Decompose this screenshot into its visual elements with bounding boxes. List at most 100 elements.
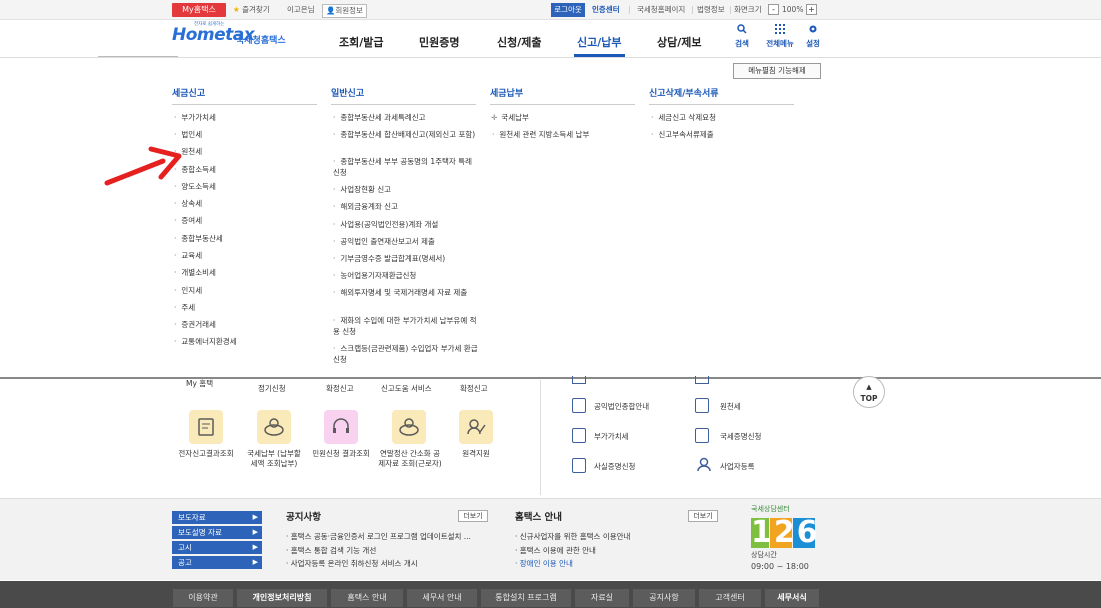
arrow-right-icon: ▶ xyxy=(252,543,258,551)
link-fact-certificate[interactable]: 사실증명신청 xyxy=(594,461,635,472)
guide-title: 홈택스 안내 xyxy=(515,512,563,523)
service-label-cut[interactable]: 정기신청 xyxy=(258,384,286,393)
link-business-registration[interactable]: 사업자등록 xyxy=(720,461,755,472)
notice-item[interactable]: · 홈택스 통합 검색 기능 개선 xyxy=(286,544,376,557)
tax-payment-icon[interactable] xyxy=(257,410,291,444)
logout-button[interactable]: 로그아웃 xyxy=(551,3,585,17)
footer-customer-center[interactable]: 고객센터 xyxy=(699,589,761,607)
footer-tax-office[interactable]: 세무서 안내 xyxy=(407,589,477,607)
menu-item[interactable]: · 종합부동산세 부부 공동명의 1주택자 특례 신청 xyxy=(333,156,481,178)
menu-item-gift-tax[interactable]: · 증여세 xyxy=(174,215,202,226)
menu-item[interactable]: · 농어업용기자재환급신청 xyxy=(333,270,416,281)
zoom-out-button[interactable]: - xyxy=(768,4,779,15)
menu-column-title[interactable]: 신고삭제/부속서류 xyxy=(649,86,719,99)
report-result-icon[interactable] xyxy=(189,410,223,444)
nav-filing-payment[interactable]: 신고/납부 xyxy=(577,34,622,50)
menu-item-corporate-tax[interactable]: · 법인세 xyxy=(174,129,202,140)
footer-hometax-guide[interactable]: 홈택스 안내 xyxy=(331,589,403,607)
menu-item-securities-tax[interactable]: · 증권거래세 xyxy=(174,319,216,330)
all-menu-button[interactable]: 전체메뉴 xyxy=(763,24,797,49)
menu-item-local-income-tax[interactable]: · 원천세 관련 지방소득세 납부 xyxy=(492,129,589,140)
press-release-button[interactable]: 보도자료 ▶ xyxy=(172,511,262,524)
menu-item-delete-request[interactable]: · 세금신고 삭제요청 xyxy=(651,112,716,123)
my-hometax-button[interactable]: My홈택스 xyxy=(172,3,226,17)
footer-notices[interactable]: 공지사항 xyxy=(633,589,695,607)
column-divider xyxy=(649,104,794,105)
service-label[interactable]: 국세납부 (납부할 세액 조회납부) xyxy=(244,449,304,469)
service-label[interactable]: 전자신고결과조회 xyxy=(174,449,238,459)
nav-consultation[interactable]: 상담/제보 xyxy=(657,34,702,50)
settings-button[interactable]: 설정 xyxy=(798,24,828,49)
guide-more-button[interactable]: 더보기 xyxy=(688,510,718,522)
footer-install-program[interactable]: 통합설치 프로그램 xyxy=(481,589,571,607)
menu-item[interactable]: · 해외금융계좌 신고 xyxy=(333,201,398,212)
link-withholding-tax[interactable]: 원천세 xyxy=(720,401,741,412)
footer-terms[interactable]: 이용약관 xyxy=(173,589,233,607)
menu-column-title[interactable]: 세금신고 xyxy=(172,86,205,99)
year-end-icon[interactable] xyxy=(392,410,426,444)
link-tax-certificate[interactable]: 국세증명신청 xyxy=(720,431,761,442)
menu-column-title[interactable]: 세금납부 xyxy=(490,86,523,99)
menu-item[interactable]: · 사업장현황 신고 xyxy=(333,184,391,195)
cert-center-link[interactable]: 인증센터 xyxy=(592,4,620,16)
menu-item-liquor-tax[interactable]: · 주세 xyxy=(174,302,195,313)
menu-item[interactable]: · 기부금영수증 발급합계표(명세서) xyxy=(333,253,445,264)
service-label-cut[interactable]: 확정신고 xyxy=(460,384,488,393)
service-label[interactable]: 연말정산 간소화 공제자료 조회(근로자) xyxy=(378,449,442,469)
service-label-cut[interactable]: My 홈택 xyxy=(186,379,213,388)
menu-item[interactable]: · 종합부동산세 합산배제신고(제외신고 포함) xyxy=(333,129,481,140)
nav-inquiry[interactable]: 조회/발급 xyxy=(339,34,384,50)
law-info-link[interactable]: 법령정보 xyxy=(697,4,725,16)
disable-menu-expand-button[interactable]: 메뉴펼침 기능해제 xyxy=(733,63,821,79)
menu-item-national-tax-payment[interactable]: ✛ 국세납부 xyxy=(491,112,529,123)
menu-item-stamp-tax[interactable]: · 인지세 xyxy=(174,285,202,296)
service-label-cut[interactable]: 확정신고 xyxy=(326,384,354,393)
headset-icon[interactable] xyxy=(324,410,358,444)
menu-item-property-tax[interactable]: · 종합부동산세 xyxy=(174,233,223,244)
menu-item[interactable]: · 스크랩등(금관련제품) 수입업자 부가세 환급신청 xyxy=(333,343,481,365)
press-explanation-button[interactable]: 보도설명 자료 ▶ xyxy=(172,526,262,539)
scroll-top-button[interactable]: ▲ TOP xyxy=(853,376,885,408)
hometax-logo[interactable]: 전자로 쉽게하는 Hometax 국세청홈택스 xyxy=(172,22,286,46)
announcement-button[interactable]: 고시 ▶ xyxy=(172,541,262,554)
notice-item[interactable]: · 사업자등록 온라인 취하신청 서비스 개시 xyxy=(286,557,418,570)
link-vat[interactable]: 부가가치세 xyxy=(594,431,629,442)
menu-item-excise-tax[interactable]: · 개별소비세 xyxy=(174,267,216,278)
menu-item-inheritance-tax[interactable]: · 상속세 xyxy=(174,198,202,209)
guide-item[interactable]: · 홈택스 이용에 관한 안내 xyxy=(515,544,596,557)
favorites-link[interactable]: ★ 즐겨찾기 xyxy=(233,4,270,16)
notice-item[interactable]: · 홈택스 공동·금융인증서 로그인 프로그램 업데이트설치 ... xyxy=(286,530,471,543)
link-public-interest[interactable]: 공익법인종합안내 xyxy=(594,401,649,412)
menu-column-title[interactable]: 일반신고 xyxy=(331,86,364,99)
active-nav-indicator xyxy=(574,54,625,57)
menu-item-vat[interactable]: · 부가가치세 xyxy=(174,112,216,123)
menu-item[interactable]: · 공익법인 출연재산보고서 제출 xyxy=(333,236,435,247)
menu-item-education-tax[interactable]: · 교육세 xyxy=(174,250,202,261)
service-label[interactable]: 원격지원 xyxy=(450,449,502,459)
nav-application[interactable]: 신청/제출 xyxy=(497,34,542,50)
column-divider xyxy=(331,104,476,105)
member-info-button[interactable]: 👤회원정보 xyxy=(322,4,367,18)
nts-homepage-link[interactable]: 국세청홈페이지 xyxy=(637,4,685,16)
notice-more-button[interactable]: 더보기 xyxy=(458,510,488,522)
remote-support-icon[interactable] xyxy=(459,410,493,444)
menu-item[interactable]: · 해외투자명세 및 국제거래명세 자료 제출 xyxy=(333,287,481,298)
menu-item[interactable]: · 재화의 수입에 대한 부가가치세 납부유예 적용 신청 xyxy=(333,315,481,337)
grid-menu-icon xyxy=(763,24,797,38)
search-button[interactable]: 검색 xyxy=(727,24,757,49)
menu-item[interactable]: · 종합부동산세 과세특례신고 xyxy=(333,112,426,123)
gear-icon xyxy=(798,24,828,38)
zoom-in-button[interactable]: + xyxy=(806,4,817,15)
public-notice-button[interactable]: 공고 ▶ xyxy=(172,556,262,569)
service-label[interactable]: 민원신청 결과조회 xyxy=(308,449,374,459)
nav-civil-certificate[interactable]: 민원증명 xyxy=(419,34,459,50)
menu-item-transport-energy-tax[interactable]: · 교통에너지환경세 xyxy=(174,336,237,347)
guide-item[interactable]: · 장애인 이용 안내 xyxy=(515,557,573,570)
footer-tax-forms[interactable]: 세무서식 xyxy=(765,589,819,607)
menu-item[interactable]: · 사업용(공익법인전용)계좌 개설 xyxy=(333,219,438,230)
footer-privacy[interactable]: 개인정보처리방침 xyxy=(237,589,327,607)
guide-item[interactable]: · 신규사업자를 위한 홈택스 이용안내 xyxy=(515,530,630,543)
menu-item-attachments[interactable]: · 신고부속서류제출 xyxy=(651,129,714,140)
footer-data-room[interactable]: 자료실 xyxy=(575,589,629,607)
service-label-cut[interactable]: 신고도움 서비스 xyxy=(381,384,432,393)
